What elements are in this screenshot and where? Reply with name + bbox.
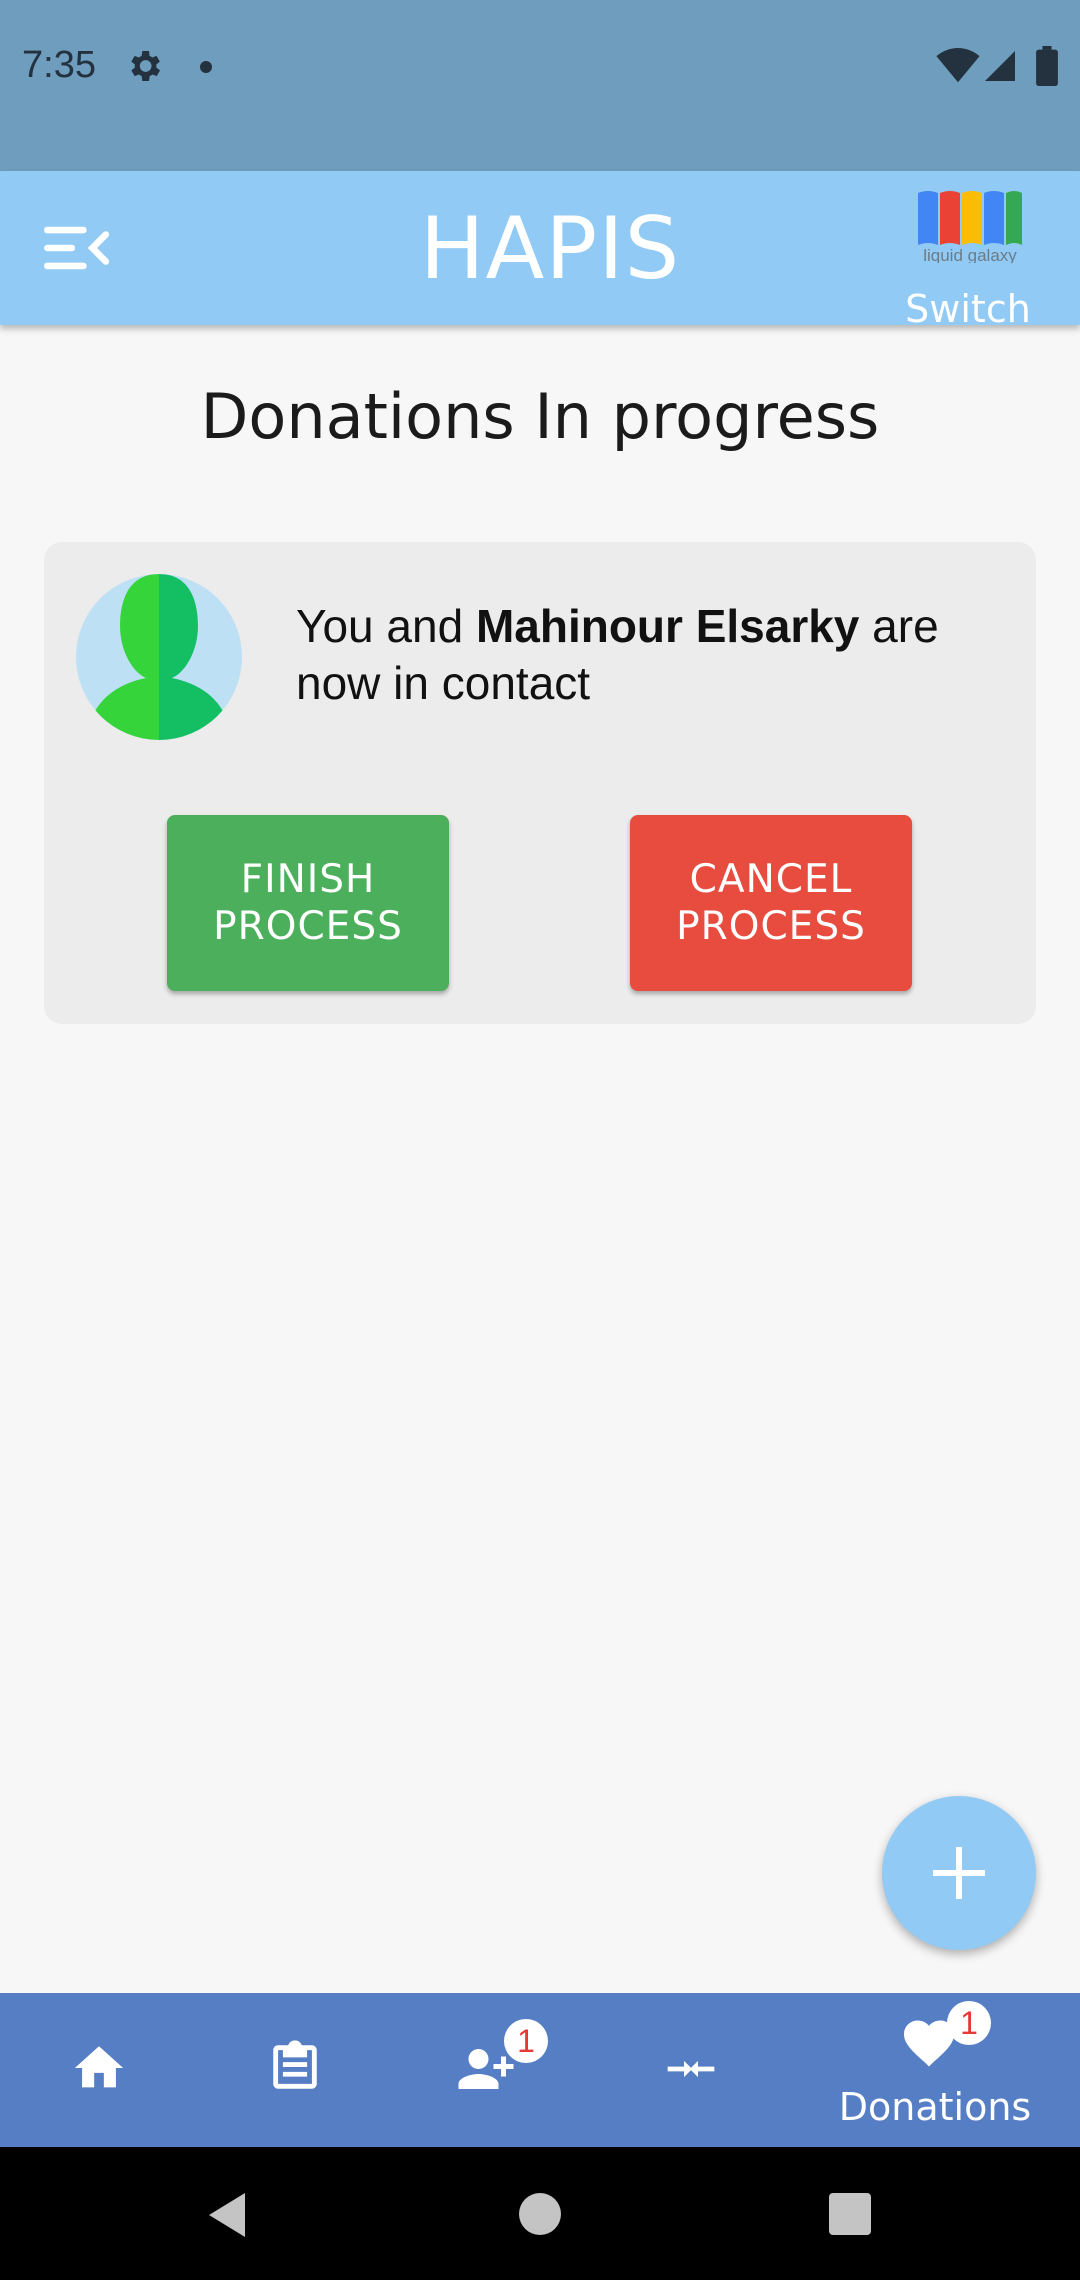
add-user-badge: 1 <box>504 2019 548 2063</box>
nav-add-user[interactable]: 1 <box>440 1993 580 2147</box>
home-button[interactable] <box>519 2193 561 2235</box>
home-icon <box>74 2046 124 2088</box>
bottom-navigation: 1 1 Donations <box>0 1993 1080 2147</box>
status-bar: 7:35 <box>0 0 1080 171</box>
clipboard-icon <box>273 2040 317 2089</box>
nav-donations-label: Donations <box>838 2085 1032 2129</box>
signal-icon <box>985 51 1015 81</box>
app-bar: HAPIS liquid galaxy Switch <box>0 171 1080 331</box>
nav-requests[interactable] <box>236 1993 356 2147</box>
notification-dot <box>200 61 212 73</box>
page-title: Donations In progress <box>200 380 880 453</box>
avatar <box>76 574 242 740</box>
plus-icon <box>933 1847 985 1899</box>
cancel-process-label: CANCEL PROCESS <box>676 857 866 949</box>
switch-button[interactable]: liquid galaxy Switch <box>892 183 1042 331</box>
compare-arrows-icon <box>667 2060 715 2078</box>
nav-compare[interactable] <box>640 1993 760 2147</box>
finish-process-button[interactable]: FINISH PROCESS <box>167 815 449 991</box>
nav-home[interactable] <box>40 1993 160 2147</box>
status-time: 7:35 <box>22 44 96 86</box>
donation-card: You and Mahinour Elsarky are now in cont… <box>44 542 1036 1024</box>
gear-icon <box>131 51 160 81</box>
logo-text: liquid galaxy <box>923 246 1017 263</box>
finish-process-label: FINISH PROCESS <box>213 857 403 949</box>
donations-badge: 1 <box>947 2001 991 2045</box>
system-navigation-bar <box>0 2147 1080 2280</box>
add-button[interactable] <box>882 1796 1036 1950</box>
battery-icon <box>1036 46 1058 86</box>
contact-message: You and Mahinour Elsarky are now in cont… <box>296 598 1016 712</box>
wifi-icon <box>936 48 980 83</box>
contact-name: Mahinour Elsarky <box>475 600 860 652</box>
contact-text-prefix: You and <box>296 600 476 652</box>
nav-donations[interactable]: 1 Donations <box>825 1993 1045 2147</box>
switch-label: Switch <box>905 287 1031 331</box>
cancel-process-button[interactable]: CANCEL PROCESS <box>630 815 912 991</box>
back-icon[interactable] <box>205 2191 249 2239</box>
liquid-galaxy-logo: liquid galaxy <box>918 191 1022 263</box>
recent-apps-button[interactable] <box>829 2193 871 2235</box>
